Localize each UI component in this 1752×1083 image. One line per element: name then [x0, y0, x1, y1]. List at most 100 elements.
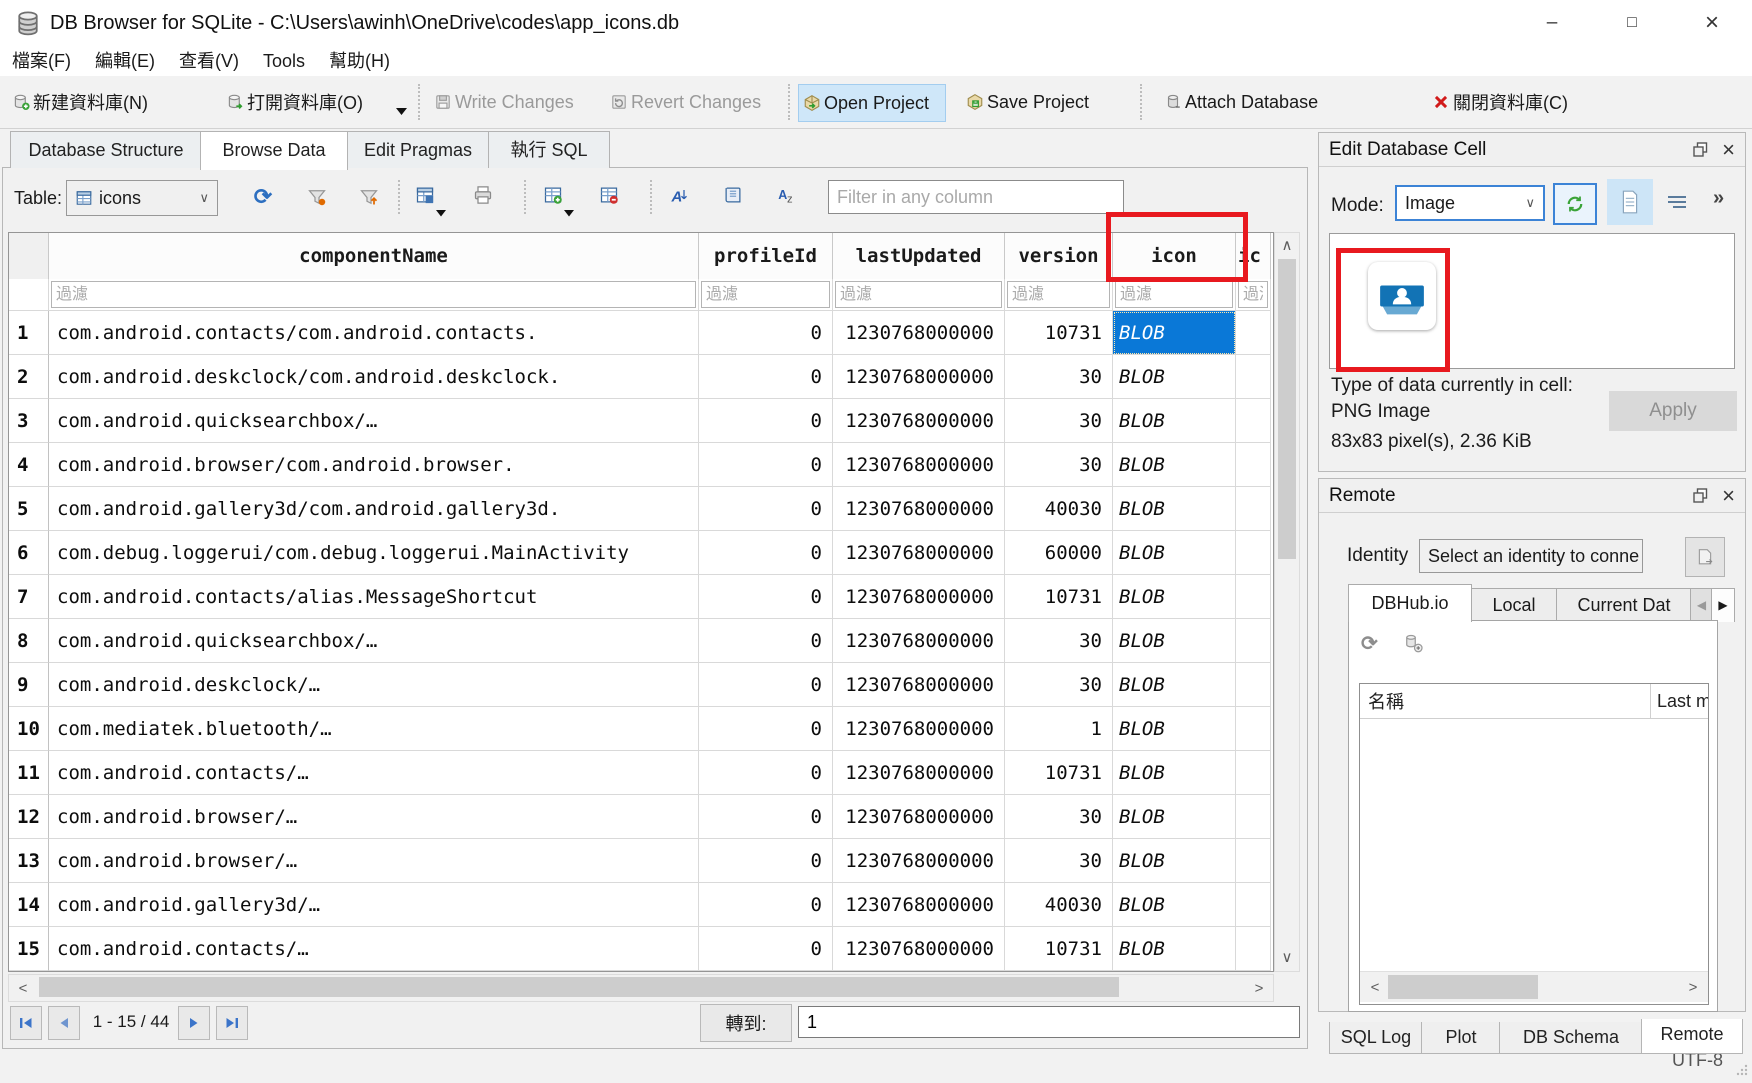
cell-icon-blob[interactable]: BLOB — [1113, 399, 1236, 443]
format-az-button[interactable]: Az — [774, 182, 800, 208]
row-number[interactable]: 2 — [9, 355, 49, 399]
cell-componentName[interactable]: com.android.deskclock/… — [49, 663, 699, 707]
cell-icon-blob[interactable]: BLOB — [1113, 927, 1236, 971]
cell-version[interactable]: 60000 — [1005, 531, 1113, 575]
cell-lastUpdated[interactable]: 1230768000000 — [833, 927, 1005, 971]
format-ltr-button[interactable]: A — [666, 182, 692, 208]
prev-page-button[interactable] — [48, 1006, 80, 1040]
maximize-button[interactable]: □ — [1592, 0, 1672, 46]
cell-profileId[interactable]: 0 — [699, 751, 833, 795]
cell-profileId[interactable]: 0 — [699, 443, 833, 487]
tab-database-structure[interactable]: Database Structure — [10, 131, 202, 168]
filter-input-partial[interactable] — [1238, 281, 1268, 308]
scroll-right-icon[interactable]: > — [1247, 975, 1271, 1001]
resize-grip[interactable] — [1736, 1064, 1748, 1076]
cell-icon-blob[interactable]: BLOB — [1113, 443, 1236, 487]
table-selector[interactable]: icons ∨ — [66, 180, 218, 216]
cell-partial[interactable] — [1236, 663, 1271, 707]
cell-partial[interactable] — [1236, 839, 1271, 883]
cell-componentName[interactable]: com.android.quicksearchbox/… — [49, 399, 699, 443]
tab-edit-pragmas[interactable]: Edit Pragmas — [346, 131, 490, 168]
cell-version[interactable]: 30 — [1005, 663, 1113, 707]
horizontal-scroll-thumb[interactable] — [39, 977, 1119, 997]
scroll-left-icon[interactable]: < — [11, 975, 35, 1001]
cell-icon-blob[interactable]: BLOB — [1113, 311, 1236, 355]
log-button[interactable] — [720, 182, 746, 208]
row-number[interactable]: 13 — [9, 839, 49, 883]
cell-componentName[interactable]: com.android.browser/… — [49, 839, 699, 883]
cell-partial[interactable] — [1236, 575, 1271, 619]
menu-item-2[interactable]: 查看(V) — [167, 46, 251, 76]
horizontal-scroll-thumb[interactable] — [1388, 975, 1538, 999]
cell-version[interactable]: 30 — [1005, 355, 1113, 399]
remote-col-name[interactable]: 名稱 — [1360, 684, 1651, 718]
cell-icon-blob[interactable]: BLOB — [1113, 575, 1236, 619]
row-number[interactable]: 6 — [9, 531, 49, 575]
cell-version[interactable]: 10731 — [1005, 311, 1113, 355]
remote-tab-current-dat[interactable]: Current Dat — [1556, 588, 1692, 622]
global-filter-input[interactable] — [828, 180, 1124, 214]
cell-componentName[interactable]: com.android.gallery3d/… — [49, 883, 699, 927]
cell-partial[interactable] — [1236, 487, 1271, 531]
row-number[interactable]: 3 — [9, 399, 49, 443]
cell-partial[interactable] — [1236, 795, 1271, 839]
cell-profileId[interactable]: 0 — [699, 707, 833, 751]
menu-item-0[interactable]: 檔案(F) — [0, 46, 83, 76]
goto-input[interactable] — [798, 1006, 1300, 1038]
cell-lastUpdated[interactable]: 1230768000000 — [833, 311, 1005, 355]
cell-lastUpdated[interactable]: 1230768000000 — [833, 443, 1005, 487]
scroll-down-icon[interactable]: ∨ — [1275, 945, 1299, 969]
cell-profileId[interactable]: 0 — [699, 839, 833, 883]
refresh-button[interactable]: ⟳ — [250, 184, 276, 210]
row-number[interactable]: 7 — [9, 575, 49, 619]
cell-profileId[interactable]: 0 — [699, 355, 833, 399]
export-table-button[interactable] — [412, 182, 438, 208]
scroll-left-icon[interactable]: < — [1364, 972, 1386, 1002]
dock-tab-remote[interactable]: Remote — [1641, 1019, 1743, 1054]
cell-componentName[interactable]: com.android.deskclock/com.android.deskcl… — [49, 355, 699, 399]
cell-partial[interactable] — [1236, 399, 1271, 443]
cell-version[interactable]: 30 — [1005, 795, 1113, 839]
cell-icon-blob[interactable]: BLOB — [1113, 619, 1236, 663]
insert-record-button[interactable] — [540, 182, 566, 208]
cell-profileId[interactable]: 0 — [699, 487, 833, 531]
vertical-scroll-thumb[interactable] — [1278, 259, 1296, 559]
save-filter-button[interactable] — [356, 184, 382, 210]
cell-profileId[interactable]: 0 — [699, 619, 833, 663]
row-number[interactable]: 15 — [9, 927, 49, 971]
mode-selector[interactable]: Image ∨ — [1395, 185, 1545, 221]
clear-filters-button[interactable] — [304, 184, 330, 210]
col-header-componentName[interactable]: componentName — [49, 233, 699, 280]
word-wrap-button[interactable] — [1663, 189, 1691, 217]
print-cell-button[interactable] — [1607, 179, 1653, 225]
first-page-button[interactable] — [10, 1006, 42, 1040]
filter-input-version[interactable] — [1007, 281, 1110, 308]
row-number[interactable]: 5 — [9, 487, 49, 531]
row-number[interactable]: 9 — [9, 663, 49, 707]
row-header-corner[interactable] — [9, 233, 49, 280]
cell-lastUpdated[interactable]: 1230768000000 — [833, 795, 1005, 839]
cell-componentName[interactable]: com.debug.loggerui/com.debug.loggerui.Ma… — [49, 531, 699, 575]
cell-icon-blob[interactable]: BLOB — [1113, 795, 1236, 839]
dock-tab-plot[interactable]: Plot — [1421, 1022, 1501, 1054]
col-header-profileId[interactable]: profileId — [699, 233, 833, 280]
cell-profileId[interactable]: 0 — [699, 663, 833, 707]
cell-componentName[interactable]: com.android.contacts/… — [49, 751, 699, 795]
cell-componentName[interactable]: com.android.contacts/… — [49, 927, 699, 971]
remote-horizontal-scrollbar[interactable]: < > — [1360, 971, 1708, 1002]
delete-record-button[interactable] — [596, 182, 622, 208]
cell-lastUpdated[interactable]: 1230768000000 — [833, 355, 1005, 399]
row-number[interactable]: 8 — [9, 619, 49, 663]
cell-version[interactable]: 30 — [1005, 839, 1113, 883]
float-panel-icon[interactable] — [1693, 488, 1708, 503]
write-changes-button[interactable]: Write Changes — [430, 84, 578, 120]
close-panel-icon[interactable]: × — [1722, 142, 1735, 157]
cell-partial[interactable] — [1236, 751, 1271, 795]
cell-partial[interactable] — [1236, 531, 1271, 575]
cell-icon-blob[interactable]: BLOB — [1113, 883, 1236, 927]
open-database-button[interactable]: 打開資料庫(O) — [222, 84, 367, 120]
filter-input-componentName[interactable] — [51, 281, 696, 308]
cell-icon-blob[interactable]: BLOB — [1113, 751, 1236, 795]
cell-version[interactable]: 30 — [1005, 619, 1113, 663]
remote-tab-local[interactable]: Local — [1470, 588, 1558, 622]
